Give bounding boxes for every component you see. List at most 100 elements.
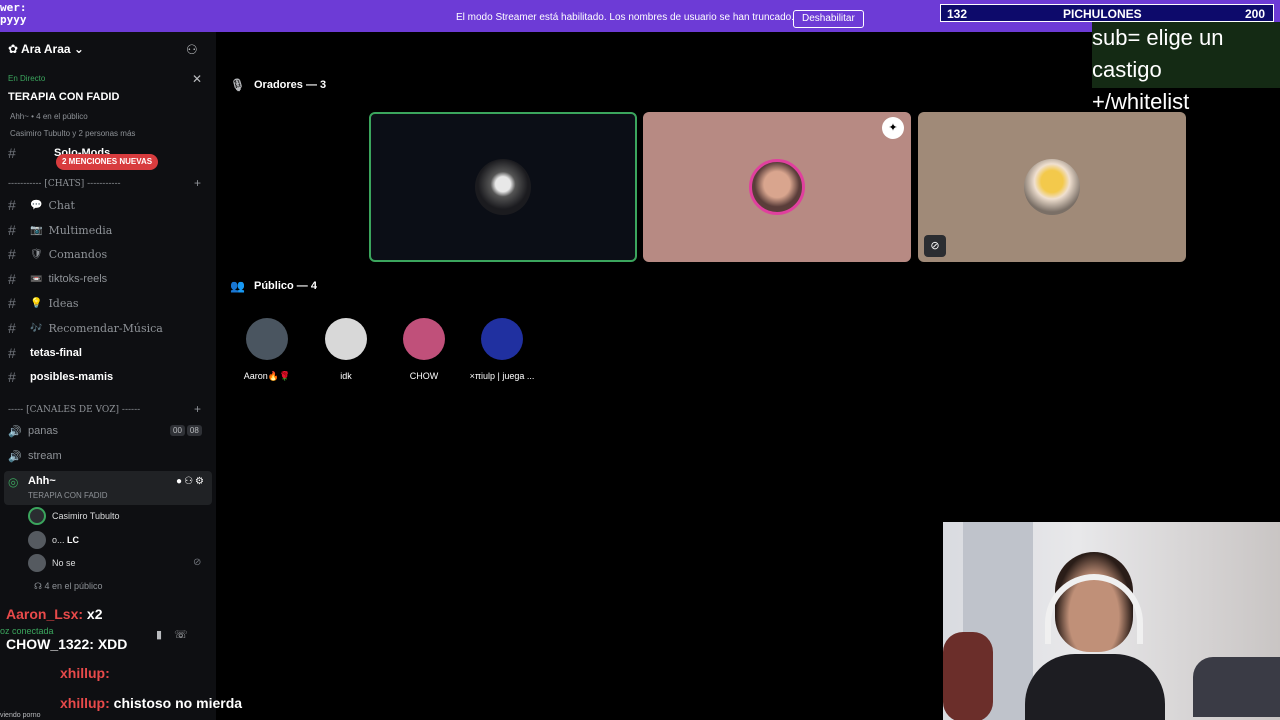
member-name: o...	[52, 535, 65, 545]
new-mentions-badge[interactable]: 2 MENCIONES NUEVAS	[56, 154, 159, 170]
active-stage-channel[interactable]: ◎ Ahh~ TERAPIA CON FADID ●⚇⚙	[4, 471, 212, 505]
soundwave-icon[interactable]: ▮	[156, 629, 174, 641]
counter-goal: 200	[1244, 7, 1265, 21]
hash-icon: #	[8, 271, 16, 287]
mic-muted-icon: ⊘	[924, 235, 946, 257]
stage-member[interactable]: Casimiro Tubulto	[28, 507, 120, 525]
channel-tiktoks-reels[interactable]: # 📼 tiktoks-reels	[8, 269, 107, 289]
voice-channel-panas[interactable]: 🔊 panas	[8, 421, 58, 441]
stage-audience-count[interactable]: ☊ 4 en el público	[34, 581, 103, 592]
hash-icon: #	[8, 246, 16, 262]
channel-emoji: 📷	[30, 224, 43, 236]
audience-member[interactable]: CHOW	[389, 318, 459, 381]
speaker-tile[interactable]	[918, 112, 1186, 262]
close-icon[interactable]: ✕	[192, 72, 202, 86]
channel-label: tiktoks-reels	[48, 273, 108, 285]
disable-streamer-button[interactable]: Deshabilitar	[793, 10, 864, 28]
avatar	[28, 554, 46, 572]
microphone-icon: 🎙	[230, 78, 246, 92]
headphones-icon: ☊	[34, 581, 45, 591]
channel-comandos[interactable]: # 🛡 Comandos	[8, 244, 107, 264]
avatar	[1024, 159, 1080, 215]
add-user-icon[interactable]: ⚇	[186, 42, 198, 58]
webcam-feed	[943, 522, 1280, 720]
avatar	[403, 318, 445, 360]
audience-member-name: CHOW	[409, 371, 439, 381]
chat-line: xhillup:	[60, 665, 110, 681]
server-name[interactable]: ✿ Ara Araa ⌄	[8, 42, 84, 56]
sub-goal-counter: 132 PICHULONES 200	[940, 4, 1274, 22]
channel-solo-mods[interactable]: #	[8, 143, 30, 163]
chat-user: xhillup:	[60, 695, 110, 711]
channel-label: tetas-final	[30, 347, 82, 359]
category-voice[interactable]: ----- [CANALES DE VOZ] ------	[8, 405, 140, 415]
voice-user-counts: 00 08	[170, 425, 204, 436]
voice-connected-status: oz conectada	[0, 626, 54, 636]
category-chats[interactable]: ----------- [CHATS] -----------	[8, 179, 121, 189]
avatar	[28, 531, 46, 549]
stage-member[interactable]: o... LC	[28, 531, 79, 549]
channel-emoji: 💬	[30, 199, 43, 211]
stream-overlay-text: sub= elige un castigo +/whitelist	[1092, 22, 1280, 114]
avatar	[481, 318, 523, 360]
hash-icon: #	[8, 295, 16, 311]
voice-channel-label: stream	[28, 450, 62, 462]
stage-member[interactable]: No se	[28, 554, 76, 572]
channel-label: Recomendar-Música	[48, 321, 163, 335]
stage-channel-topic: TERAPIA CON FADID	[28, 491, 108, 500]
member-name: Casimiro Tubulto	[52, 511, 120, 521]
channel-recomendar-musica[interactable]: # 🎶 Recomendar-Música	[8, 318, 163, 338]
channel-emoji: 📼	[30, 273, 43, 285]
channel-label: posibles-mamis	[30, 371, 114, 383]
audience-header: 👥 Público — 4	[230, 279, 317, 293]
chat-user: xhillup:	[60, 665, 110, 681]
voice-channel-stream[interactable]: 🔊 stream	[8, 446, 62, 466]
counter-label: PICHULONES	[1063, 7, 1142, 21]
channel-ideas[interactable]: # 💡 Ideas	[8, 293, 79, 313]
channel-chat[interactable]: # 💬 Chat	[8, 195, 75, 215]
channel-emoji: 🎶	[30, 322, 43, 334]
stream-logo: wer: pyyy	[0, 2, 27, 26]
audience-member[interactable]: Aaron🔥🌹	[232, 318, 302, 382]
speaker-tile[interactable]	[643, 112, 911, 262]
member-tag: LC	[67, 535, 80, 545]
speaker-icon: 🔊	[8, 425, 22, 438]
stage-channel-tools: ●⚇⚙	[176, 476, 206, 487]
gear-icon[interactable]: ⚙	[195, 476, 206, 487]
chat-line: CHOW_1322: XDD	[6, 636, 127, 652]
mic-muted-icon: ⊘	[193, 557, 202, 568]
channel-multimedia[interactable]: # 📷 Multimedia	[8, 220, 112, 240]
audience-member[interactable]: idk	[311, 318, 381, 381]
chat-user: Aaron_Lsx:	[6, 606, 84, 622]
add-channel-icon[interactable]: +	[194, 176, 201, 190]
live-status: En Directo	[8, 74, 46, 83]
webcam-clothes	[1193, 657, 1280, 717]
add-voice-channel-icon[interactable]: +	[194, 402, 201, 416]
chat-line: xhillup: chistoso no mierda	[60, 695, 242, 711]
channel-posibles-mamis[interactable]: # posibles-mamis	[8, 367, 113, 387]
audience-member-name: Aaron🔥🌹	[243, 371, 291, 381]
activity-status: viendo porno	[0, 712, 41, 719]
live-stage-subtitle: Ahh~ • 4 en el público	[10, 112, 88, 121]
hash-icon: #	[8, 145, 16, 161]
disconnect-icon[interactable]: ☏	[174, 629, 200, 641]
streamer-mode-message: El modo Streamer está habilitado. Los no…	[456, 12, 794, 23]
invite-icon[interactable]: ⚇	[184, 476, 195, 487]
people-icon: 👥	[230, 279, 245, 293]
audience-member-name: ×πiulp | juega ...	[469, 371, 535, 381]
channel-emoji: 🛡	[30, 248, 43, 260]
chat-user: CHOW_1322:	[6, 636, 94, 652]
avatar	[325, 318, 367, 360]
audience-count-label: 4 en el público	[44, 581, 103, 591]
server-icon: ✿	[8, 42, 21, 56]
chat-message: XDD	[97, 636, 128, 652]
channel-tetas-final[interactable]: # tetas-final	[8, 343, 82, 363]
speaker-tile[interactable]	[369, 112, 637, 262]
avatar	[246, 318, 288, 360]
chat-line: Aaron_Lsx: x2	[6, 606, 103, 622]
audience-member[interactable]: ×πiulp | juega ...	[467, 318, 537, 381]
hash-icon: #	[8, 320, 16, 336]
chat-icon[interactable]: ●	[176, 476, 184, 487]
live-stage-title[interactable]: TERAPIA CON FADID	[8, 91, 119, 103]
audience-header-label: Público — 4	[254, 280, 317, 292]
